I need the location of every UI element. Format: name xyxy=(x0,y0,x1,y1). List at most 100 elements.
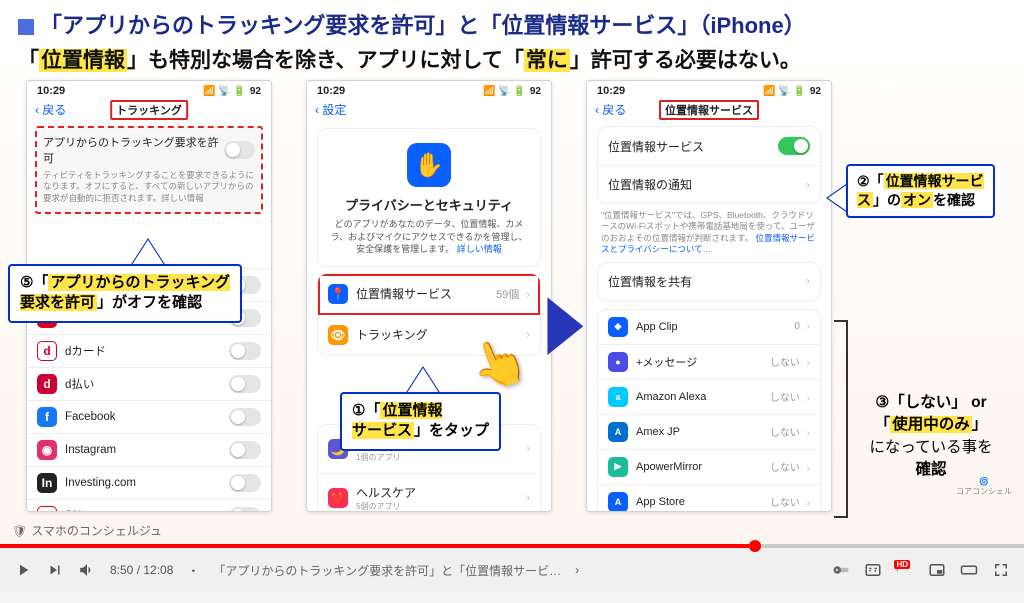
app-row[interactable]: ◉ Instagram xyxy=(27,433,271,466)
hand-icon: ✋ xyxy=(407,143,451,187)
status-time: 10:29 xyxy=(317,85,345,97)
app-row[interactable]: dd払い xyxy=(27,367,271,400)
nav-title: 位置情報サービス xyxy=(659,100,759,120)
bracket-icon xyxy=(834,320,848,518)
status-right: 📶 📡 🔋92 xyxy=(203,86,261,97)
app-toggle[interactable] xyxy=(229,408,261,426)
share-location-row[interactable]: 位置情報を共有 › xyxy=(598,263,820,300)
channel-brand: 🛡 スマホのコンシェルジュ xyxy=(12,522,162,539)
app-icon: A xyxy=(608,492,628,512)
theater-button[interactable] xyxy=(960,561,978,579)
tracking-toggle[interactable] xyxy=(224,141,255,159)
status-time: 10:29 xyxy=(597,85,625,97)
autoplay-toggle[interactable] xyxy=(832,561,850,579)
miniplayer-button[interactable] xyxy=(928,561,946,579)
fine-text: ティビティをトラッキングすることを要求できるようになります。オフにすると、すべて… xyxy=(43,170,255,204)
location-app-row[interactable]: AApp Storeしない › xyxy=(598,485,820,512)
row-icon: 📍 xyxy=(328,284,348,304)
location-services-row[interactable]: 位置情報サービス xyxy=(598,127,820,166)
next-button[interactable] xyxy=(46,561,64,579)
share-location-list: 位置情報を共有 › xyxy=(597,262,821,301)
row-icon: 👁 xyxy=(328,325,348,345)
app-icon: ◉ xyxy=(37,440,57,460)
fullscreen-button[interactable] xyxy=(992,561,1010,579)
location-alerts-row[interactable]: 位置情報の通知 › xyxy=(598,166,820,203)
status-time: 10:29 xyxy=(37,85,65,97)
app-name: JAL xyxy=(65,510,85,512)
location-app-row[interactable]: aAmazon Alexaしない › xyxy=(598,380,820,415)
status-bar: 10:29 📶 📡 🔋92 xyxy=(307,81,551,99)
app-row[interactable]: In Investing.com xyxy=(27,466,271,499)
location-finetext: "位置情報サービス"では、GPS、Bluetooth、クラウドソースのWi-Fi… xyxy=(587,210,831,256)
app-icon: d xyxy=(37,341,57,361)
video-controls: 8:50 / 12:08 ・ 「アプリからのトラッキング要求を許可」と「位置情報… xyxy=(0,548,1024,592)
callout-1: ①「位置情報サービス」をタップ xyxy=(340,392,501,451)
chapter-title[interactable]: 「アプリからのトラッキング要求を許可」と「位置情報サービ… xyxy=(213,562,561,579)
app-icon: ▶ xyxy=(608,457,628,477)
app-name: Investing.com xyxy=(65,477,136,489)
app-toggle[interactable] xyxy=(229,441,261,459)
app-toggle[interactable] xyxy=(229,342,261,360)
settings-row[interactable]: ❤️ヘルスケア5個のアプリ › xyxy=(318,474,540,512)
captions-button[interactable] xyxy=(864,561,882,579)
app-icon: a xyxy=(608,387,628,407)
settings-button[interactable]: HD xyxy=(896,561,914,579)
callout-5: ⑤「アプリからのトラッキング要求を許可」がオフを確認 xyxy=(8,264,242,323)
settings-row[interactable]: 📍位置情報サービス59個 › xyxy=(318,274,540,315)
heading-suffix: （iPhone） xyxy=(699,13,805,38)
callout-2: ②「位置情報サービス」のオンを確認 xyxy=(846,164,995,218)
chevron-right-icon: › xyxy=(806,274,810,288)
app-icon: ✈ xyxy=(37,506,57,512)
app-icon: d xyxy=(37,374,57,394)
slide-subheading: 「位置情報」も特別な場合を除き、アプリに対して「常に」許可する必要はない。 xyxy=(0,44,1024,80)
highlight: 常に xyxy=(524,49,570,72)
bullet-square xyxy=(18,19,34,35)
status-bar: 10:29 📶 📡 🔋92 xyxy=(27,81,271,99)
app-icon: f xyxy=(37,407,57,427)
app-icon: A xyxy=(608,422,628,442)
app-name: d払い xyxy=(65,376,94,392)
highlight: 位置情報 xyxy=(39,49,127,72)
nav-bar: ‹ 戻る 位置情報サービス xyxy=(587,99,831,122)
volume-button[interactable] xyxy=(78,561,96,579)
back-button[interactable]: ‹ 設定 xyxy=(315,101,346,118)
app-toggle[interactable] xyxy=(229,375,261,393)
app-icon: ● xyxy=(608,352,628,372)
card-title: プライバシーとセキュリティ xyxy=(328,195,530,214)
chapter-chevron[interactable]: › xyxy=(575,563,579,577)
callout-3: ③「しない」 or 「使用中のみ」 になっている事を 確認 xyxy=(852,392,1010,482)
nav-bar: ‹ 戻る トラッキング xyxy=(27,99,271,122)
tracking-toggle-section: アプリからのトラッキング要求を許可 ティビティをトラッキングすることを要求できる… xyxy=(35,126,263,214)
time-display: 8:50 / 12:08 xyxy=(110,563,173,577)
slide: 「アプリからのトラッキング要求を許可」と「位置情報サービス」（iPhone） 「… xyxy=(0,0,1024,545)
location-apps-list: ◆App Clip0 ›●+メッセージしない ›aAmazon Alexaしない… xyxy=(597,309,821,512)
card-subtitle: どのアプリがあなたのデータ、位置情報、カメラ、およびマイクにアクセスできるかを管… xyxy=(328,218,530,256)
back-button[interactable]: ‹ 戻る xyxy=(595,101,626,118)
slide-heading: 「アプリからのトラッキング要求を許可」と「位置情報サービス」（iPhone） xyxy=(0,0,1024,44)
app-row[interactable]: ✈ JAL xyxy=(27,499,271,512)
location-toggle-on[interactable] xyxy=(778,137,810,155)
app-name: dカード xyxy=(65,343,106,359)
location-app-row[interactable]: ▶ApowerMirrorしない › xyxy=(598,450,820,485)
app-row[interactable]: fFacebook xyxy=(27,400,271,433)
app-name: Instagram xyxy=(65,444,116,456)
nav-bar: ‹ 設定 xyxy=(307,99,551,122)
toggle-label: アプリからのトラッキング要求を許可 xyxy=(43,134,224,166)
location-app-row[interactable]: ◆App Clip0 › xyxy=(598,310,820,345)
app-toggle[interactable] xyxy=(229,474,261,492)
privacy-card: ✋ プライバシーとセキュリティ どのアプリがあなたのデータ、位置情報、カメラ、お… xyxy=(317,128,541,267)
location-app-row[interactable]: AAmex JPしない › xyxy=(598,415,820,450)
back-button[interactable]: ‹ 戻る xyxy=(35,101,66,118)
big-arrow-icon: ▶ xyxy=(548,281,582,363)
chapter-sep: ・ xyxy=(187,562,199,579)
callout-tail xyxy=(828,184,848,212)
phone-location-screen: 10:29 📶 📡 🔋92 ‹ 戻る 位置情報サービス 位置情報サービス 位置情… xyxy=(586,80,832,512)
heading-main: 「アプリからのトラッキング要求を許可」と「位置情報サービス」 xyxy=(40,13,699,38)
app-icon: ◆ xyxy=(608,317,628,337)
location-app-row[interactable]: ●+メッセージしない › xyxy=(598,345,820,380)
app-icon: In xyxy=(37,473,57,493)
app-toggle[interactable] xyxy=(229,507,261,512)
play-button[interactable] xyxy=(14,561,32,579)
app-row[interactable]: ddカード xyxy=(27,334,271,367)
row-icon: ❤️ xyxy=(328,488,348,508)
